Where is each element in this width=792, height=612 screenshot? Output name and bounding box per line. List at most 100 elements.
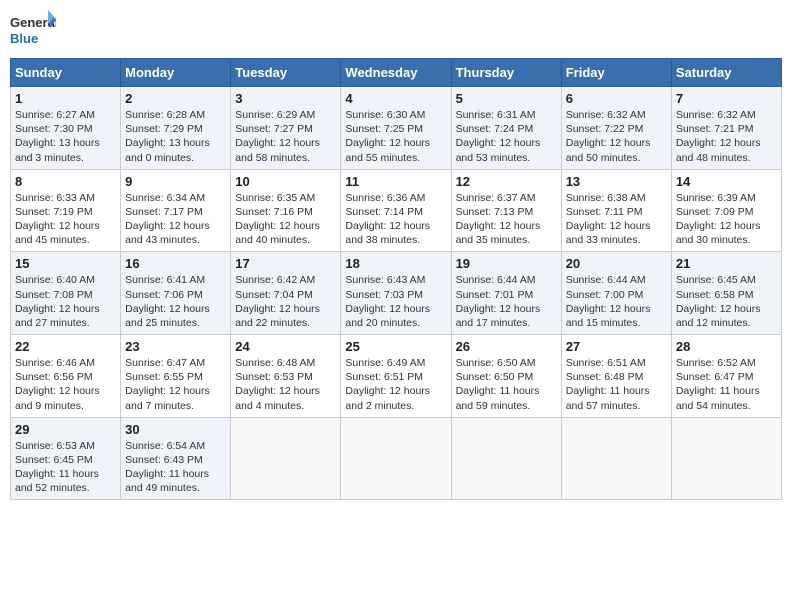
day-number: 30 — [125, 422, 226, 437]
header-friday: Friday — [561, 59, 671, 87]
calendar-cell: 6 Sunrise: 6:32 AMSunset: 7:22 PMDaylight… — [561, 87, 671, 170]
calendar-cell: 5 Sunrise: 6:31 AMSunset: 7:24 PMDaylight… — [451, 87, 561, 170]
day-info: Sunrise: 6:32 AMSunset: 7:22 PMDaylight:… — [566, 108, 667, 165]
day-info: Sunrise: 6:28 AMSunset: 7:29 PMDaylight:… — [125, 108, 226, 165]
calendar-cell: 1 Sunrise: 6:27 AMSunset: 7:30 PMDaylight… — [11, 87, 121, 170]
calendar-cell — [341, 417, 451, 500]
calendar-week-3: 15 Sunrise: 6:40 AMSunset: 7:08 PMDayligh… — [11, 252, 782, 335]
day-info: Sunrise: 6:43 AMSunset: 7:03 PMDaylight:… — [345, 273, 446, 330]
calendar-cell: 21 Sunrise: 6:45 AMSunset: 6:58 PMDayligh… — [671, 252, 781, 335]
day-number: 27 — [566, 339, 667, 354]
day-number: 22 — [15, 339, 116, 354]
page-header: General Blue — [10, 10, 782, 50]
calendar-cell: 30Sunrise: 6:54 AMSunset: 6:43 PMDayligh… — [121, 417, 231, 500]
day-number: 7 — [676, 91, 777, 106]
day-info: Sunrise: 6:49 AMSunset: 6:51 PMDaylight:… — [345, 356, 446, 413]
day-number: 19 — [456, 256, 557, 271]
day-info: Sunrise: 6:44 AMSunset: 7:00 PMDaylight:… — [566, 273, 667, 330]
day-info: Sunrise: 6:42 AMSunset: 7:04 PMDaylight:… — [235, 273, 336, 330]
day-number: 2 — [125, 91, 226, 106]
day-number: 4 — [345, 91, 446, 106]
calendar-cell — [451, 417, 561, 500]
calendar-cell: 14 Sunrise: 6:39 AMSunset: 7:09 PMDayligh… — [671, 169, 781, 252]
calendar-cell: 22 Sunrise: 6:46 AMSunset: 6:56 PMDayligh… — [11, 335, 121, 418]
calendar-cell: 24 Sunrise: 6:48 AMSunset: 6:53 PMDayligh… — [231, 335, 341, 418]
calendar-header-row: SundayMondayTuesdayWednesdayThursdayFrid… — [11, 59, 782, 87]
header-sunday: Sunday — [11, 59, 121, 87]
day-info: Sunrise: 6:33 AMSunset: 7:19 PMDaylight:… — [15, 191, 116, 248]
calendar-cell: 27 Sunrise: 6:51 AMSunset: 6:48 PMDayligh… — [561, 335, 671, 418]
logo: General Blue — [10, 10, 56, 50]
day-info: Sunrise: 6:44 AMSunset: 7:01 PMDaylight:… — [456, 273, 557, 330]
day-info: Sunrise: 6:45 AMSunset: 6:58 PMDaylight:… — [676, 273, 777, 330]
day-number: 14 — [676, 174, 777, 189]
day-number: 11 — [345, 174, 446, 189]
day-number: 21 — [676, 256, 777, 271]
calendar-cell: 13 Sunrise: 6:38 AMSunset: 7:11 PMDayligh… — [561, 169, 671, 252]
day-info: Sunrise: 6:48 AMSunset: 6:53 PMDaylight:… — [235, 356, 336, 413]
calendar-cell: 2 Sunrise: 6:28 AMSunset: 7:29 PMDaylight… — [121, 87, 231, 170]
calendar-cell: 8 Sunrise: 6:33 AMSunset: 7:19 PMDaylight… — [11, 169, 121, 252]
day-info: Sunrise: 6:29 AMSunset: 7:27 PMDaylight:… — [235, 108, 336, 165]
calendar-cell: 10 Sunrise: 6:35 AMSunset: 7:16 PMDayligh… — [231, 169, 341, 252]
day-info: Sunrise: 6:39 AMSunset: 7:09 PMDaylight:… — [676, 191, 777, 248]
day-info: Sunrise: 6:52 AMSunset: 6:47 PMDaylight:… — [676, 356, 777, 413]
day-info: Sunrise: 6:51 AMSunset: 6:48 PMDaylight:… — [566, 356, 667, 413]
calendar-cell: 18 Sunrise: 6:43 AMSunset: 7:03 PMDayligh… — [341, 252, 451, 335]
calendar-cell: 25 Sunrise: 6:49 AMSunset: 6:51 PMDayligh… — [341, 335, 451, 418]
day-number: 15 — [15, 256, 116, 271]
calendar-cell: 12 Sunrise: 6:37 AMSunset: 7:13 PMDayligh… — [451, 169, 561, 252]
header-saturday: Saturday — [671, 59, 781, 87]
calendar-cell: 17 Sunrise: 6:42 AMSunset: 7:04 PMDayligh… — [231, 252, 341, 335]
day-info: Sunrise: 6:34 AMSunset: 7:17 PMDaylight:… — [125, 191, 226, 248]
svg-text:Blue: Blue — [10, 31, 38, 46]
day-info: Sunrise: 6:30 AMSunset: 7:25 PMDaylight:… — [345, 108, 446, 165]
day-number: 17 — [235, 256, 336, 271]
calendar-week-4: 22 Sunrise: 6:46 AMSunset: 6:56 PMDayligh… — [11, 335, 782, 418]
day-info: Sunrise: 6:31 AMSunset: 7:24 PMDaylight:… — [456, 108, 557, 165]
header-monday: Monday — [121, 59, 231, 87]
header-wednesday: Wednesday — [341, 59, 451, 87]
day-info: Sunrise: 6:38 AMSunset: 7:11 PMDaylight:… — [566, 191, 667, 248]
day-number: 26 — [456, 339, 557, 354]
day-number: 28 — [676, 339, 777, 354]
header-thursday: Thursday — [451, 59, 561, 87]
calendar-cell: 26 Sunrise: 6:50 AMSunset: 6:50 PMDayligh… — [451, 335, 561, 418]
day-number: 1 — [15, 91, 116, 106]
header-tuesday: Tuesday — [231, 59, 341, 87]
day-number: 24 — [235, 339, 336, 354]
calendar-cell: 16Sunrise: 6:41 AMSunset: 7:06 PMDayligh… — [121, 252, 231, 335]
day-number: 3 — [235, 91, 336, 106]
day-info: Sunrise: 6:32 AMSunset: 7:21 PMDaylight:… — [676, 108, 777, 165]
calendar-cell: 9 Sunrise: 6:34 AMSunset: 7:17 PMDaylight… — [121, 169, 231, 252]
day-number: 25 — [345, 339, 446, 354]
day-info: Sunrise: 6:27 AMSunset: 7:30 PMDaylight:… — [15, 108, 116, 165]
calendar-cell: 20Sunrise: 6:44 AMSunset: 7:00 PMDayligh… — [561, 252, 671, 335]
day-number: 6 — [566, 91, 667, 106]
calendar-cell: 7 Sunrise: 6:32 AMSunset: 7:21 PMDaylight… — [671, 87, 781, 170]
calendar-cell — [561, 417, 671, 500]
day-info: Sunrise: 6:35 AMSunset: 7:16 PMDaylight:… — [235, 191, 336, 248]
calendar-cell: 11Sunrise: 6:36 AMSunset: 7:14 PMDayligh… — [341, 169, 451, 252]
calendar-cell: 19 Sunrise: 6:44 AMSunset: 7:01 PMDayligh… — [451, 252, 561, 335]
day-number: 9 — [125, 174, 226, 189]
day-number: 23 — [125, 339, 226, 354]
day-number: 10 — [235, 174, 336, 189]
calendar-week-2: 8 Sunrise: 6:33 AMSunset: 7:19 PMDaylight… — [11, 169, 782, 252]
day-number: 8 — [15, 174, 116, 189]
day-info: Sunrise: 6:53 AMSunset: 6:45 PMDaylight:… — [15, 439, 116, 496]
calendar-cell: 29Sunrise: 6:53 AMSunset: 6:45 PMDayligh… — [11, 417, 121, 500]
day-number: 5 — [456, 91, 557, 106]
calendar-cell: 4 Sunrise: 6:30 AMSunset: 7:25 PMDaylight… — [341, 87, 451, 170]
calendar-cell: 3 Sunrise: 6:29 AMSunset: 7:27 PMDaylight… — [231, 87, 341, 170]
day-info: Sunrise: 6:47 AMSunset: 6:55 PMDaylight:… — [125, 356, 226, 413]
day-number: 13 — [566, 174, 667, 189]
day-info: Sunrise: 6:46 AMSunset: 6:56 PMDaylight:… — [15, 356, 116, 413]
day-number: 18 — [345, 256, 446, 271]
day-info: Sunrise: 6:40 AMSunset: 7:08 PMDaylight:… — [15, 273, 116, 330]
calendar-cell: 23 Sunrise: 6:47 AMSunset: 6:55 PMDayligh… — [121, 335, 231, 418]
calendar-cell — [231, 417, 341, 500]
day-number: 12 — [456, 174, 557, 189]
day-info: Sunrise: 6:50 AMSunset: 6:50 PMDaylight:… — [456, 356, 557, 413]
day-info: Sunrise: 6:37 AMSunset: 7:13 PMDaylight:… — [456, 191, 557, 248]
